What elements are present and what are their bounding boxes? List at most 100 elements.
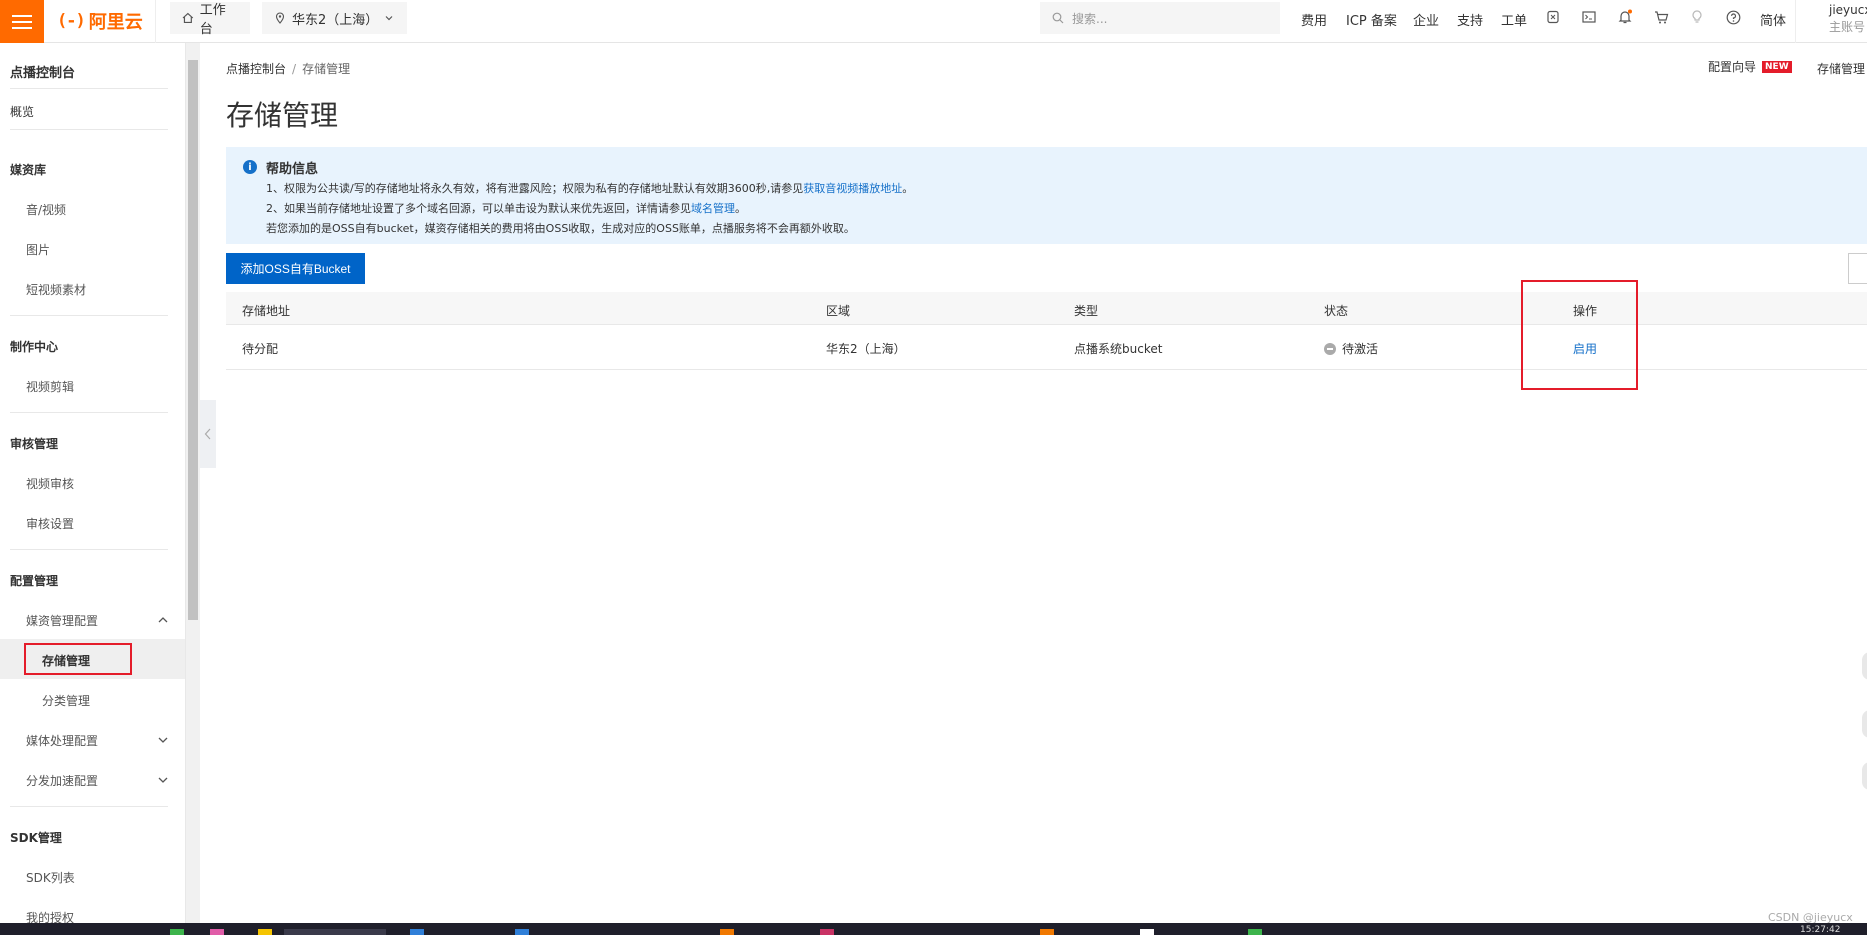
divider: [10, 88, 168, 89]
sidebar-group-review: 审核管理: [10, 437, 59, 451]
info-icon: i: [243, 160, 257, 174]
chevron-up-icon[interactable]: [156, 613, 170, 627]
taskbar-clock: 15:27:42: [1800, 925, 1841, 935]
sidebar-item-video-review[interactable]: 视频审核: [26, 475, 74, 492]
nav-link-enterprise[interactable]: 企业: [1413, 10, 1439, 29]
cell-type: 点播系统bucket: [1074, 342, 1163, 356]
sidebar-group-production: 制作中心: [10, 340, 59, 354]
chevron-down-icon[interactable]: [156, 733, 170, 747]
location-pin-icon: [275, 12, 285, 24]
config-guide-link[interactable]: 配置向导 NEW: [1708, 58, 1792, 75]
divider: [155, 0, 156, 43]
col-header-address: 存储地址: [242, 304, 291, 318]
taskbar-app-icon[interactable]: [1140, 929, 1154, 935]
divider: [10, 315, 168, 316]
add-oss-bucket-button[interactable]: 添加OSS自有Bucket: [226, 253, 365, 284]
floating-side-button[interactable]: [1862, 710, 1867, 738]
bell-icon[interactable]: [1616, 8, 1634, 26]
sidebar-group-media-library: 媒资库: [10, 163, 47, 177]
account-type: 主账号: [1829, 20, 1866, 34]
cart-icon[interactable]: [1652, 8, 1670, 26]
sidebar-item-category[interactable]: 分类管理: [42, 692, 90, 709]
taskbar-app-icon[interactable]: [210, 929, 224, 935]
logo-text: 阿里云: [88, 12, 143, 33]
sidebar-item-video-edit[interactable]: 视频剪辑: [26, 378, 74, 395]
domain-manage-link[interactable]: 域名管理: [691, 202, 735, 215]
chevron-down-icon: [385, 16, 393, 21]
cell-region: 华东2（上海）: [826, 342, 906, 356]
cell-address: 待分配: [242, 342, 279, 356]
help-line-2: 2、如果当前存储地址设置了多个域名回源，可以单击设为默认来优先返回，详情请参见域…: [266, 202, 746, 215]
breadcrumb-root[interactable]: 点播控制台: [226, 62, 286, 76]
terminal-icon[interactable]: [1580, 8, 1598, 26]
help-circle-icon[interactable]: [1724, 8, 1742, 26]
sidebar-item-sdk-list[interactable]: SDK列表: [26, 869, 75, 886]
col-header-type: 类型: [1074, 304, 1099, 318]
col-header-region: 区域: [826, 304, 851, 318]
username: jieyucx: [1829, 3, 1867, 17]
sidebar-group-config: 配置管理: [10, 574, 59, 588]
hamburger-menu-icon[interactable]: [0, 0, 44, 43]
sidebar-scrollbar-thumb[interactable]: [188, 60, 198, 620]
taskbar-app-icon[interactable]: [258, 929, 272, 935]
app-icon[interactable]: [1544, 8, 1562, 26]
play-url-link[interactable]: 获取音视频播放地址: [803, 182, 902, 195]
storage-doc-link[interactable]: 存储管理: [1817, 60, 1865, 77]
nav-link-support[interactable]: 支持: [1457, 10, 1483, 29]
user-account[interactable]: jieyucx 主账号: [1829, 2, 1867, 36]
taskbar-app-icon[interactable]: [515, 929, 529, 935]
taskbar-app-icon[interactable]: [820, 929, 834, 935]
taskbar-app-icon[interactable]: [1248, 929, 1262, 935]
region-selector[interactable]: 华东2（上海）: [262, 2, 407, 34]
top-bar: (-) 阿里云 工作台 华东2（上海） 搜索... 费用 ICP 备案 企业 支…: [0, 0, 1867, 43]
sidebar-item-media-processing[interactable]: 媒体处理配置: [26, 732, 98, 749]
sidebar-item-audio-video[interactable]: 音/视频: [26, 201, 66, 218]
workbench-button[interactable]: 工作台: [170, 2, 250, 37]
help-line-1: 1、权限为公共读/写的存储地址将永久有效，将有泄露风险；权限为私有的存储地址默认…: [266, 182, 914, 195]
sidebar-item-review-settings[interactable]: 审核设置: [26, 515, 74, 532]
sidebar-item-cdn-config[interactable]: 分发加速配置: [26, 772, 98, 789]
taskbar-active-app[interactable]: [284, 929, 386, 935]
new-badge: NEW: [1762, 60, 1792, 73]
page-title: 存储管理: [226, 99, 339, 132]
sidebar-collapse-toggle[interactable]: [200, 400, 216, 468]
floating-side-button[interactable]: [1862, 762, 1867, 790]
help-info-panel: i 帮助信息 1、权限为公共读/写的存储地址将永久有效，将有泄露风险；权限为私有…: [226, 147, 1867, 244]
refresh-button[interactable]: [1848, 253, 1867, 284]
highlight-box-action: [1521, 280, 1638, 390]
chevron-left-icon: [204, 428, 211, 440]
aliyun-logo[interactable]: (-) 阿里云: [57, 8, 143, 34]
divider: [1795, 0, 1796, 43]
sidebar-title[interactable]: 点播控制台: [10, 62, 75, 81]
chevron-down-icon[interactable]: [156, 773, 170, 787]
divider: [10, 549, 168, 550]
home-icon: [182, 12, 194, 24]
breadcrumb: 点播控制台 / 存储管理: [226, 62, 351, 76]
sidebar-item-images[interactable]: 图片: [26, 241, 50, 258]
floating-side-button[interactable]: [1862, 652, 1867, 680]
sidebar: 点播控制台 概览 媒资库 音/视频 图片 短视频素材 制作中心 视频剪辑 审核管…: [0, 43, 186, 923]
nav-link-ticket[interactable]: 工单: [1501, 10, 1527, 29]
taskbar-app-icon[interactable]: [410, 929, 424, 935]
help-title: 帮助信息: [266, 162, 319, 177]
highlight-box-storage: [24, 643, 132, 675]
language-switch[interactable]: 简体: [1760, 10, 1786, 29]
sidebar-item-my-auth[interactable]: 我的授权: [26, 909, 74, 923]
status-pending-icon: [1324, 343, 1336, 355]
lightbulb-icon[interactable]: [1688, 8, 1706, 26]
sidebar-group-sdk: SDK管理: [10, 831, 62, 845]
logo-mark-icon: (-): [57, 11, 86, 31]
breadcrumb-current: 存储管理: [302, 62, 351, 76]
divider: [10, 129, 168, 130]
sidebar-item-short-video[interactable]: 短视频素材: [26, 281, 86, 298]
os-taskbar: [0, 923, 1867, 935]
taskbar-app-icon[interactable]: [720, 929, 734, 935]
search-input[interactable]: 搜索...: [1040, 2, 1280, 34]
taskbar-app-icon[interactable]: [1040, 929, 1054, 935]
sidebar-item-overview[interactable]: 概览: [10, 103, 34, 120]
sidebar-item-media-config[interactable]: 媒资管理配置: [26, 612, 98, 629]
cell-status: 待激活: [1324, 340, 1378, 357]
taskbar-app-icon[interactable]: [170, 929, 184, 935]
nav-link-icp[interactable]: ICP 备案: [1346, 10, 1397, 29]
nav-link-fee[interactable]: 费用: [1301, 10, 1327, 29]
